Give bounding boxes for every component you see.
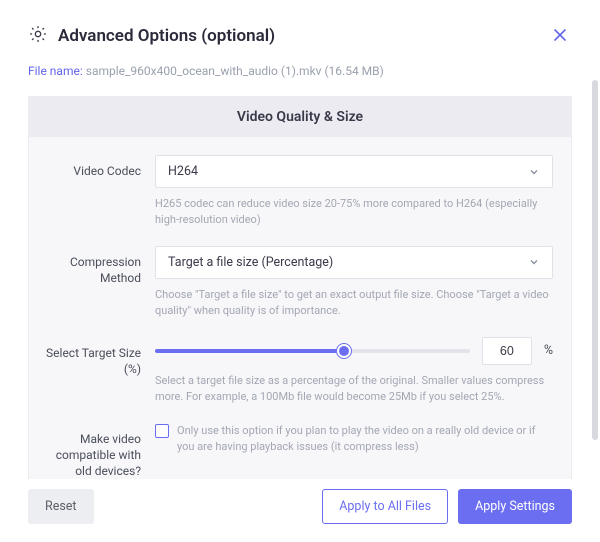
slider-fill bbox=[155, 349, 344, 353]
label-compat: Make video compatible with old devices? bbox=[37, 423, 155, 479]
file-info: File name: sample_960x400_ocean_with_aud… bbox=[28, 64, 572, 78]
row-compression-method: Compression Method Target a file size (P… bbox=[37, 246, 553, 319]
compat-checkbox[interactable] bbox=[155, 424, 169, 438]
close-button[interactable] bbox=[548, 24, 572, 48]
video-codec-value: H264 bbox=[168, 164, 198, 179]
apply-settings-button[interactable]: Apply Settings bbox=[458, 489, 572, 524]
scrollbar[interactable] bbox=[592, 80, 598, 440]
quality-size-card: Video Quality & Size Video Codec H264 H2… bbox=[28, 96, 572, 479]
help-target-size: Select a target file size as a percentag… bbox=[155, 373, 553, 405]
video-codec-select[interactable]: H264 bbox=[155, 155, 553, 188]
file-label: File name: bbox=[28, 64, 83, 78]
percent-suffix: % bbox=[544, 343, 553, 358]
reset-button[interactable]: Reset bbox=[28, 489, 94, 524]
header-left: Advanced Options (optional) bbox=[28, 24, 275, 48]
close-icon bbox=[552, 24, 568, 48]
row-video-codec: Video Codec H264 H265 codec can reduce v… bbox=[37, 155, 553, 228]
compression-method-value: Target a file size (Percentage) bbox=[168, 255, 333, 270]
target-size-input[interactable] bbox=[482, 337, 532, 365]
label-compression-method: Compression Method bbox=[37, 246, 155, 286]
file-name: sample_960x400_ocean_with_audio (1).mkv bbox=[86, 64, 322, 78]
file-size: (16.54 MB) bbox=[324, 64, 383, 78]
modal-footer: Reset Apply to All Files Apply Settings bbox=[28, 479, 572, 524]
modal-title: Advanced Options (optional) bbox=[58, 26, 275, 46]
advanced-options-modal: Advanced Options (optional) File name: s… bbox=[0, 0, 600, 542]
content-scroll: Video Quality & Size Video Codec H264 H2… bbox=[28, 96, 572, 479]
row-compat: Make video compatible with old devices? … bbox=[37, 423, 553, 479]
help-compression-method: Choose "Target a file size" to get an ex… bbox=[155, 287, 553, 319]
help-video-codec: H265 codec can reduce video size 20-75% … bbox=[155, 196, 553, 228]
chevron-down-icon bbox=[528, 256, 540, 268]
apply-all-button[interactable]: Apply to All Files bbox=[322, 489, 448, 524]
card-body: Video Codec H264 H265 codec can reduce v… bbox=[29, 137, 571, 479]
footer-right: Apply to All Files Apply Settings bbox=[322, 489, 572, 524]
label-target-size: Select Target Size (%) bbox=[37, 337, 155, 377]
target-size-slider[interactable] bbox=[155, 342, 470, 360]
compression-method-select[interactable]: Target a file size (Percentage) bbox=[155, 246, 553, 279]
card-title: Video Quality & Size bbox=[29, 97, 571, 137]
help-compat: Only use this option if you plan to play… bbox=[177, 423, 553, 455]
chevron-down-icon bbox=[528, 166, 540, 178]
label-video-codec: Video Codec bbox=[37, 155, 155, 179]
gear-icon bbox=[28, 24, 48, 48]
modal-header: Advanced Options (optional) bbox=[28, 24, 572, 48]
row-target-size: Select Target Size (%) % Select a target bbox=[37, 337, 553, 405]
slider-thumb[interactable] bbox=[337, 344, 351, 358]
